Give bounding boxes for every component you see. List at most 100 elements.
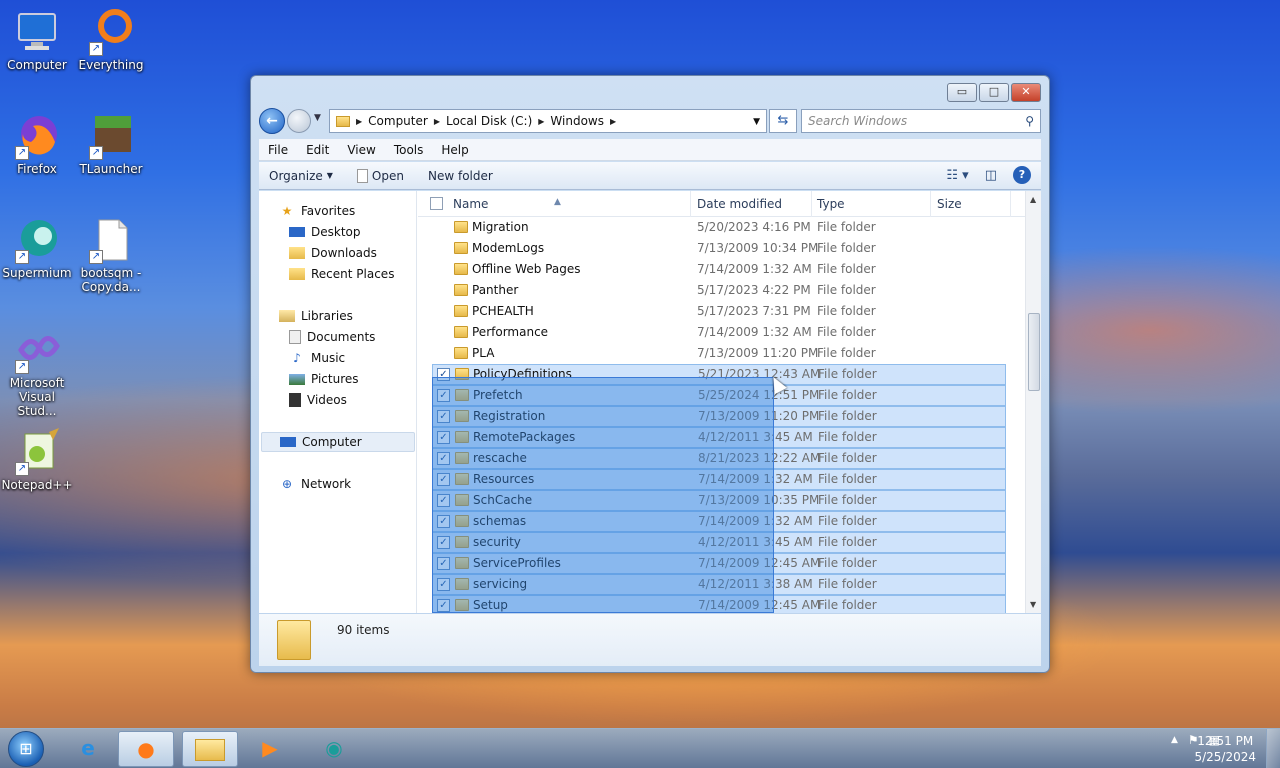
caption-buttons: ▭ □ ✕ — [947, 83, 1041, 102]
refresh-icon: ⇆ — [777, 113, 789, 128]
start-button[interactable]: ⊞ — [8, 731, 44, 767]
menu-edit[interactable]: Edit — [297, 143, 338, 157]
nav-documents[interactable]: Documents — [289, 327, 375, 347]
nav-downloads[interactable]: Downloads — [289, 243, 377, 263]
shortcut-arrow-icon: ↗ — [15, 462, 29, 476]
file-type: File folder — [818, 598, 877, 612]
search-icon[interactable]: ⚲ — [1025, 110, 1034, 132]
chevron-down-icon[interactable]: ▼ — [753, 117, 760, 127]
show-desktop-button[interactable] — [1266, 729, 1280, 768]
desktop-icon-tlauncher[interactable]: ↗ TLauncher — [74, 112, 148, 176]
minimize-button[interactable]: ▭ — [947, 83, 977, 102]
column-size[interactable]: Size — [937, 197, 962, 211]
breadcrumb-computer[interactable]: Computer — [368, 114, 428, 128]
chevron-right-icon[interactable]: ▶ — [434, 117, 440, 126]
nav-videos[interactable]: Videos — [289, 390, 347, 410]
nav-computer[interactable]: Computer — [261, 432, 415, 452]
computer-icon — [280, 437, 296, 447]
desktop-icon-computer[interactable]: Computer — [0, 8, 74, 72]
menu-help[interactable]: Help — [432, 143, 477, 157]
open-button[interactable]: Open — [347, 168, 418, 183]
help-icon[interactable]: ? — [1013, 166, 1031, 184]
scroll-down-icon[interactable]: ▼ — [1030, 600, 1036, 609]
nav-music[interactable]: ♪ Music — [289, 348, 345, 368]
nav-recent-places[interactable]: Recent Places — [289, 264, 394, 284]
menu-file[interactable]: File — [259, 143, 297, 157]
file-row[interactable]: PCHEALTH 5/17/2023 7:31 PM File folder — [418, 301, 1028, 322]
menu-tools[interactable]: Tools — [385, 143, 433, 157]
column-name[interactable]: Name — [453, 197, 488, 211]
folder-icon — [454, 326, 468, 338]
file-type: File folder — [817, 262, 876, 276]
column-type[interactable]: Type — [817, 197, 845, 211]
refresh-button[interactable]: ⇆ — [769, 109, 797, 133]
taskbar-media-player[interactable]: ▶ — [242, 731, 298, 767]
close-button[interactable]: ✕ — [1011, 83, 1041, 102]
nav-favorites[interactable]: ★ Favorites — [279, 201, 356, 221]
taskbar-firefox[interactable]: ● — [118, 731, 174, 767]
desktop-icon-everything[interactable]: ↗ Everything — [74, 8, 148, 72]
videos-icon — [289, 393, 301, 407]
notepadpp-icon: ↗ — [13, 428, 61, 476]
select-all-checkbox[interactable] — [430, 197, 443, 210]
clock[interactable]: 12:51 PM 5/25/2024 — [1194, 733, 1256, 765]
forward-button[interactable] — [287, 109, 311, 133]
breadcrumb-local-disk[interactable]: Local Disk (C:) — [446, 114, 532, 128]
desktop-icon-notepadpp[interactable]: ↗ Notepad++ — [0, 428, 74, 492]
maximize-button[interactable]: □ — [979, 83, 1009, 102]
nav-pictures[interactable]: Pictures — [289, 369, 359, 389]
nav-libraries[interactable]: Libraries — [279, 306, 353, 326]
preview-pane-icon[interactable]: ◫ — [985, 168, 997, 183]
recent-pages-dropdown[interactable]: ▼ — [314, 113, 321, 123]
view-options-icon[interactable]: ☷ ▾ — [946, 168, 968, 183]
navigation-pane: ★ Favorites Desktop Downloads Recent Pla… — [259, 191, 417, 613]
scroll-up-icon[interactable]: ▲ — [1030, 195, 1036, 204]
file-row[interactable]: Performance 7/14/2009 1:32 AM File folder — [418, 322, 1028, 343]
open-label: Open — [371, 168, 404, 183]
file-row[interactable]: Panther 5/17/2023 4:22 PM File folder — [418, 280, 1028, 301]
desktop-icon-firefox[interactable]: ↗ Firefox — [0, 112, 74, 176]
explorer-window: ▭ □ ✕ ← ▼ ▶ Computer ▶ Local Disk (C:) ▶… — [250, 75, 1050, 673]
nav-label: Music — [311, 351, 346, 365]
desktop-icon-supermium[interactable]: ↗ Supermium — [0, 216, 74, 280]
taskbar-supermium[interactable]: ◉ — [306, 731, 362, 767]
desktop-icon-visual-studio[interactable]: ↗ Microsoft Visual Stud... — [0, 326, 74, 418]
nav-desktop[interactable]: Desktop — [289, 222, 361, 242]
file-row[interactable]: Offline Web Pages 7/14/2009 1:32 AM File f… — [418, 259, 1028, 280]
nav-label: Pictures — [311, 372, 359, 386]
file-type: File folder — [818, 493, 877, 507]
scroll-thumb[interactable] — [1028, 313, 1040, 391]
shortcut-arrow-icon: ↗ — [15, 360, 29, 374]
show-hidden-icons-icon[interactable]: ▲ — [1171, 735, 1178, 745]
taskbar-explorer[interactable] — [182, 731, 238, 767]
vertical-scrollbar[interactable]: ▲ ▼ — [1025, 191, 1041, 613]
nav-network[interactable]: ⊕ Network — [279, 474, 351, 494]
new-folder-button[interactable]: New folder — [418, 169, 507, 183]
file-type: File folder — [818, 409, 877, 423]
taskbar-internet-explorer[interactable]: e — [60, 731, 116, 767]
clock-time: 12:51 PM — [1197, 734, 1254, 748]
folder-icon — [454, 242, 468, 254]
search-input[interactable]: Search Windows ⚲ — [801, 109, 1041, 133]
everything-icon: ↗ — [87, 8, 135, 56]
breadcrumb-windows[interactable]: Windows — [550, 114, 604, 128]
file-row[interactable]: PLA 7/13/2009 11:20 PM File folder — [418, 343, 1028, 364]
file-row[interactable]: ModemLogs 7/13/2009 10:34 PM File folder — [418, 238, 1028, 259]
selection-marquee — [432, 377, 774, 613]
nav-label: Favorites — [301, 204, 356, 218]
address-bar[interactable]: ▶ Computer ▶ Local Disk (C:) ▶ Windows ▶… — [329, 109, 767, 133]
back-button[interactable]: ← — [259, 108, 285, 134]
chevron-right-icon[interactable]: ▶ — [610, 117, 616, 126]
column-date-modified[interactable]: Date modified — [697, 197, 782, 211]
nav-label: Libraries — [301, 309, 353, 323]
file-row[interactable]: Migration 5/20/2023 4:16 PM File folder — [418, 217, 1028, 238]
menu-view[interactable]: View — [338, 143, 384, 157]
organize-button[interactable]: Organize ▼ — [259, 169, 347, 183]
file-type: File folder — [817, 325, 876, 339]
desktop-icon-bootsqm[interactable]: ↗ bootsqm - Copy.da... — [74, 216, 148, 294]
file-type: File folder — [817, 304, 876, 318]
chevron-right-icon[interactable]: ▶ — [538, 117, 544, 126]
file-name: Panther — [472, 283, 519, 297]
file-type: File folder — [818, 451, 877, 465]
view-controls: ☷ ▾ ◫ ? — [946, 166, 1031, 184]
